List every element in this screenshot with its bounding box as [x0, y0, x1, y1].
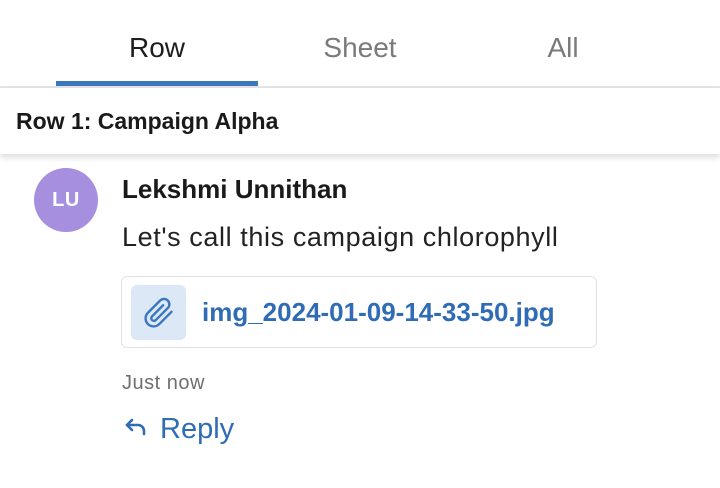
comment-author: Lekshmi Unnithan	[122, 174, 348, 204]
reply-arrow-icon	[124, 417, 148, 442]
tab-sheet[interactable]: Sheet	[260, 30, 460, 66]
avatar[interactable]: LU	[34, 168, 98, 232]
comment-message: Let's call this campaign chlorophyll	[122, 222, 559, 252]
row-title: Row 1: Campaign Alpha	[16, 108, 279, 134]
tab-bar: Row Sheet All	[0, 0, 720, 88]
paperclip-icon	[131, 285, 186, 340]
attachment-file-name[interactable]: img_2024-01-09-14-33-50.jpg	[202, 297, 555, 328]
reply-button[interactable]: Reply	[124, 409, 234, 449]
row-header: Row 1: Campaign Alpha	[0, 88, 720, 154]
reply-label: Reply	[160, 412, 235, 445]
comment-timestamp: Just now	[122, 372, 205, 394]
comment: LU Lekshmi Unnithan Let's call this camp…	[0, 154, 720, 488]
tab-row[interactable]: Row	[57, 30, 257, 66]
attachment-card[interactable]: img_2024-01-09-14-33-50.jpg	[121, 276, 597, 348]
active-tab-indicator	[56, 81, 258, 86]
tab-all[interactable]: All	[463, 30, 663, 66]
